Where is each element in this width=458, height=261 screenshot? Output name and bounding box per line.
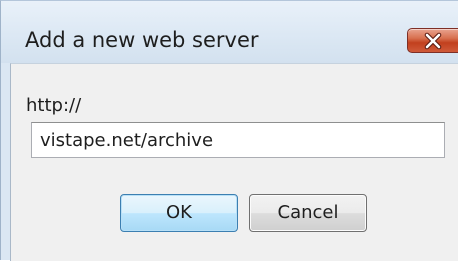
close-icon <box>424 32 442 50</box>
dialog-window: Add a new web server http:// OK Cancel <box>0 0 458 261</box>
title-bar[interactable]: Add a new web server <box>1 1 458 63</box>
ok-button[interactable]: OK <box>120 194 238 232</box>
close-button[interactable] <box>407 28 458 53</box>
cancel-button[interactable]: Cancel <box>249 194 367 232</box>
dialog-title: Add a new web server <box>25 28 259 52</box>
url-input[interactable] <box>31 122 445 158</box>
url-label: http:// <box>26 95 82 116</box>
